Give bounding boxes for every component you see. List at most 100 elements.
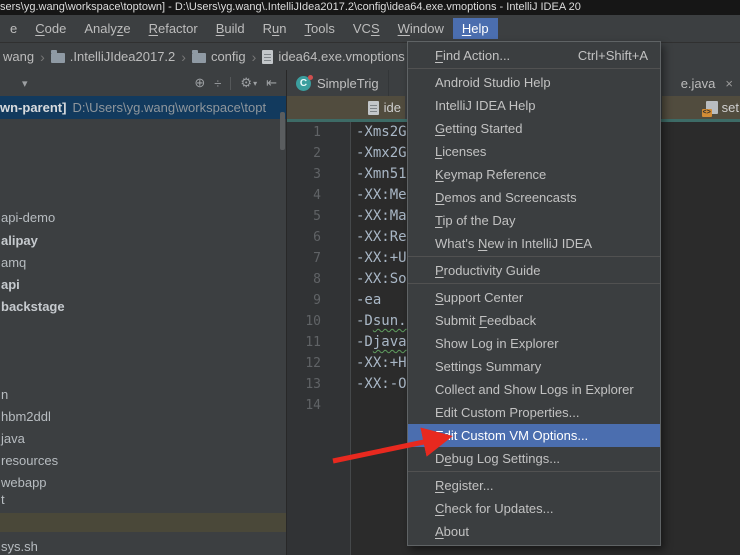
tab-simpletrig[interactable]: C SimpleTrig xyxy=(287,70,389,96)
close-icon[interactable]: × xyxy=(725,76,733,91)
project-scrollbar[interactable] xyxy=(280,112,285,150)
code-text: -Xms2G xyxy=(356,124,407,140)
menu-item-register[interactable]: Register... xyxy=(408,474,660,497)
menu-item-intellij-idea-help[interactable]: IntelliJ IDEA Help xyxy=(408,94,660,117)
tab-label: SimpleTrig xyxy=(317,75,379,91)
menu-item-label: Find Action... xyxy=(435,48,511,63)
file-icon xyxy=(262,49,274,64)
menubar-item-vcs[interactable]: VCS xyxy=(344,18,389,39)
tree-item-t[interactable]: t xyxy=(1,491,5,509)
menu-item-label: Show Log in Explorer xyxy=(435,336,559,351)
code-text: -Xmx2G xyxy=(356,145,407,161)
menu-item-productivity-guide[interactable]: Productivity Guide xyxy=(408,259,660,282)
tab-vmoptions-active[interactable]: ide xyxy=(287,96,405,119)
code-text: -ea xyxy=(356,292,382,308)
line-number: 13 xyxy=(305,377,321,392)
line-number: 5 xyxy=(313,209,321,224)
menu-item-collect-and-show-logs-in-explorer[interactable]: Collect and Show Logs in Explorer xyxy=(408,378,660,401)
menu-separator xyxy=(408,282,660,286)
breadcrumb-item-config[interactable]: config xyxy=(189,49,249,64)
code-text: -Xmn51 xyxy=(356,166,407,182)
menu-item-label: Licenses xyxy=(435,144,487,159)
menu-item-tip-of-the-day[interactable]: Tip of the Day xyxy=(408,209,660,232)
menubar-item-e[interactable]: e xyxy=(1,18,26,39)
menu-item-check-for-updates[interactable]: Check for Updates... xyxy=(408,497,660,520)
folder-icon xyxy=(191,49,206,63)
tree-item-amq[interactable]: amq xyxy=(1,254,26,272)
menu-item-about[interactable]: About xyxy=(408,520,660,543)
menubar-item-tools[interactable]: Tools xyxy=(296,18,344,39)
menubar-item-refactor[interactable]: Refactor xyxy=(140,18,207,39)
menu-item-label: Getting Started xyxy=(435,121,523,136)
breadcrumb-item-intellijidea2017-2[interactable]: .IntelliJIdea2017.2 xyxy=(48,49,179,64)
menu-item-getting-started[interactable]: Getting Started xyxy=(408,117,660,140)
line-number-gutter: 1 2 3 4 5 6 7 8 9 10 11 12 13 14 xyxy=(287,122,351,555)
project-tree: api-demo alipay amq api backstage n hbm2ddl jav… xyxy=(0,70,286,555)
tree-item-resources[interactable]: resources xyxy=(1,452,58,470)
code-text: -XX:So xyxy=(356,271,407,287)
line-number: 9 xyxy=(313,293,321,308)
menu-item-demos-and-screencasts[interactable]: Demos and Screencasts xyxy=(408,186,660,209)
tree-item-webapp[interactable]: webapp xyxy=(1,474,47,492)
tree-item-hbm2ddl[interactable]: hbm2ddl xyxy=(1,408,51,426)
tab-label: e.java xyxy=(680,75,716,91)
menu-item-label: Edit Custom VM Options... xyxy=(435,428,589,443)
line-number: 8 xyxy=(313,272,321,287)
menu-separator xyxy=(408,470,660,474)
tree-item-api-demo[interactable]: api-demo xyxy=(1,209,55,227)
line-number: 14 xyxy=(305,398,321,413)
menubar-item-analyze[interactable]: Analyze xyxy=(75,18,139,39)
menu-item-edit-custom-vm-options[interactable]: Edit Custom VM Options... xyxy=(408,424,660,447)
line-number: 1 xyxy=(313,125,321,140)
tree-item-api[interactable]: api xyxy=(1,276,20,294)
menu-item-licenses[interactable]: Licenses xyxy=(408,140,660,163)
tab-label: ide xyxy=(383,100,401,115)
code-text: -XX:Ma xyxy=(356,208,407,224)
menu-item-submit-feedback[interactable]: Submit Feedback xyxy=(408,309,660,332)
breadcrumb-item-wang[interactable]: wang xyxy=(0,49,37,64)
tab-settings-file[interactable]: set xyxy=(662,96,740,119)
menu-item-label: About xyxy=(435,524,469,539)
menu-item-edit-custom-properties[interactable]: Edit Custom Properties... xyxy=(408,401,660,424)
breadcrumb-item-idea64-exe-vmoptions[interactable]: idea64.exe.vmoptions xyxy=(259,49,407,64)
tree-item-java[interactable]: java xyxy=(1,430,25,448)
folder-icon xyxy=(50,49,65,63)
menu-item-android-studio-help[interactable]: Android Studio Help xyxy=(408,71,660,94)
tree-item-backstage[interactable]: backstage xyxy=(1,298,65,316)
tab-java-file[interactable]: e.java × xyxy=(674,70,740,96)
menubar-item-help[interactable]: Help xyxy=(452,18,498,39)
menu-item-label: What's New in IntelliJ IDEA xyxy=(435,236,593,251)
code-text-spellcheck: java xyxy=(372,334,407,350)
code-file-icon xyxy=(701,101,718,117)
breadcrumb-label: config xyxy=(210,49,246,64)
code-text: -XX:+U xyxy=(356,250,407,266)
menu-item-what-s-new-in-intellij-idea[interactable]: What's New in IntelliJ IDEA xyxy=(408,232,660,255)
menu-item-keymap-reference[interactable]: Keymap Reference xyxy=(408,163,660,186)
tree-item-sys-sh[interactable]: sys.sh xyxy=(1,538,38,555)
project-panel: ▾ ⊕ ÷ ⚙ ▾ ⇤ wn-parent] D:\Users\yg.wang\work… xyxy=(0,70,287,555)
line-number: 6 xyxy=(313,230,321,245)
menu-item-label: Support Center xyxy=(435,290,524,305)
line-number: 2 xyxy=(313,146,321,161)
breadcrumb-separator-icon: › xyxy=(251,48,257,65)
tree-item-alipay[interactable]: alipay xyxy=(1,232,38,250)
menu-item-label: Android Studio Help xyxy=(435,75,551,90)
menu-item-debug-log-settings[interactable]: Debug Log Settings... xyxy=(408,447,660,470)
code-text: -XX:+H xyxy=(356,355,407,371)
menu-item-label: Tip of the Day xyxy=(435,213,516,228)
menubar-item-build[interactable]: Build xyxy=(207,18,254,39)
menu-item-settings-summary[interactable]: Settings Summary xyxy=(408,355,660,378)
menubar-item-code[interactable]: Code xyxy=(26,18,75,39)
breadcrumb-separator-icon: › xyxy=(181,48,186,65)
breadcrumb-label: .IntelliJIdea2017.2 xyxy=(69,49,176,64)
tree-item-n[interactable]: n xyxy=(1,386,8,404)
code-text: -XX:Me xyxy=(356,187,407,203)
breadcrumb-label: idea64.exe.vmoptions xyxy=(278,49,405,64)
menubar-item-run[interactable]: Run xyxy=(254,18,296,39)
menu-item-support-center[interactable]: Support Center xyxy=(408,286,660,309)
menu-item-find-action[interactable]: Find Action... Ctrl+Shift+A xyxy=(408,44,660,67)
menubar-item-window[interactable]: Window xyxy=(389,18,453,39)
menu-item-show-log-in-explorer[interactable]: Show Log in Explorer xyxy=(408,332,660,355)
menu-item-label: IntelliJ IDEA Help xyxy=(435,98,536,113)
tree-selected-row[interactable] xyxy=(0,513,286,532)
